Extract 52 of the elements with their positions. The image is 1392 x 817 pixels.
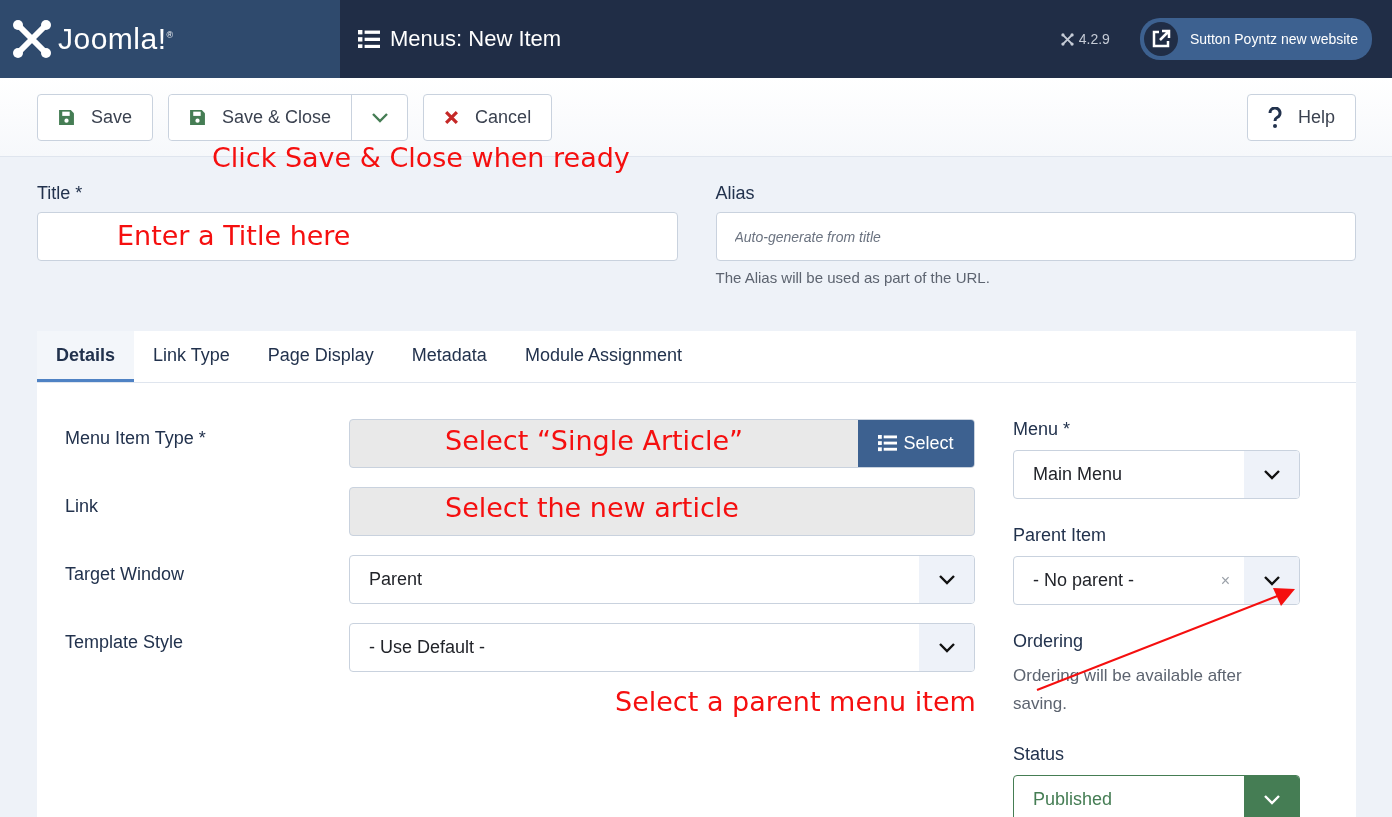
link-field[interactable] (349, 487, 975, 536)
brand-name: Joomla!$^{®}$ (58, 22, 174, 56)
field-note: Ordering will be available after saving. (1013, 665, 1243, 715)
select-field[interactable]: - Use Default - (349, 623, 975, 672)
logo-icon (12, 19, 52, 59)
caret-icon (1262, 469, 1281, 480)
logo-icon (1060, 32, 1074, 46)
caret-icon (937, 642, 956, 653)
select-field[interactable]: Parent (349, 555, 975, 604)
save-button[interactable]: Save (37, 94, 154, 141)
site-link[interactable]: Sutton Poyntz new website (1139, 18, 1372, 60)
caret-icon (1262, 575, 1281, 586)
field-label: Link (65, 495, 100, 517)
annotation-text: Select “Single Article” (445, 425, 744, 456)
caret-icon (370, 112, 389, 123)
field-label: Menu * (1013, 419, 1072, 440)
cancel-button[interactable]: Cancel (423, 94, 553, 141)
page-title: Menus: New Item (390, 26, 563, 52)
list-icon (358, 29, 380, 49)
field-label: Menu Item Type * (65, 427, 207, 449)
field-label: Status (1013, 744, 1066, 765)
tab[interactable]: Metadata (392, 331, 506, 382)
list-icon (878, 435, 898, 452)
help-button[interactable]: Help (1246, 94, 1356, 141)
save-close-button[interactable]: Save & Close (169, 95, 353, 140)
annotation-text: Select the new article (445, 492, 739, 523)
tab[interactable]: Details (37, 331, 135, 382)
caret-icon (937, 574, 956, 585)
version-text: 4.2.9 (1078, 31, 1110, 47)
tab[interactable]: Link Type (134, 331, 249, 382)
field-label: Ordering (1013, 631, 1085, 652)
select-field[interactable]: Main Menu (1013, 450, 1300, 499)
field-label: Alias (715, 183, 756, 204)
close-icon (444, 110, 460, 125)
annotation-text: Click Save & Close when ready (212, 142, 630, 173)
field-label: Parent Item (1013, 525, 1108, 546)
caret-icon (1262, 794, 1281, 805)
field-label: Target Window (65, 563, 186, 585)
field-hint: The Alias will be used as part of the URL. (715, 269, 991, 286)
alias-input[interactable]: Auto-generate from title (715, 212, 1356, 261)
tab[interactable]: Module Assignment (505, 331, 701, 382)
tab[interactable]: Page Display (248, 331, 393, 382)
external-link-icon (1150, 29, 1171, 49)
field-label: Template Style (65, 631, 185, 653)
select-button[interactable]: Select (858, 420, 974, 467)
annotation-text: Select a parent menu item (615, 686, 976, 717)
field-label: Title * (37, 183, 84, 204)
title-input[interactable] (37, 212, 678, 261)
select-field[interactable]: - No parent - × (1013, 556, 1300, 605)
annotation-text: Enter a Title here (117, 220, 351, 251)
help-icon (1267, 106, 1282, 129)
select-field[interactable]: Published (1013, 775, 1300, 817)
